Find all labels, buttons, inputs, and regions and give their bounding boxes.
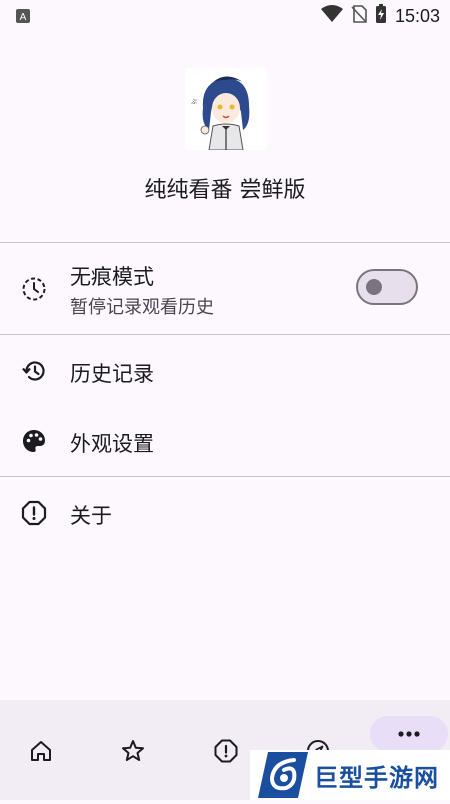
appearance-title: 外观设置 bbox=[70, 432, 154, 456]
watermark: 巨型手游网 bbox=[250, 750, 450, 800]
toggle-knob bbox=[366, 279, 382, 295]
palette-icon bbox=[20, 427, 48, 455]
more-icon[interactable] bbox=[395, 724, 423, 744]
app-name: 纯纯看番 尝鲜版 bbox=[144, 178, 306, 203]
appearance-row[interactable]: 外观设置 bbox=[0, 412, 450, 470]
divider bbox=[0, 476, 450, 477]
svg-text:A: A bbox=[20, 12, 27, 23]
info-alert-icon bbox=[20, 499, 48, 527]
wifi-icon bbox=[320, 5, 343, 27]
incognito-subtitle: 暂停记录观看历史 bbox=[70, 297, 214, 318]
watermark-logo bbox=[254, 750, 310, 800]
incognito-title: 无痕模式 bbox=[70, 265, 154, 289]
battery-charging-icon bbox=[375, 4, 387, 28]
status-time: 15:03 bbox=[394, 5, 440, 26]
history-title: 历史记录 bbox=[70, 362, 154, 386]
about-row[interactable]: 关于 bbox=[0, 484, 450, 542]
history-icon bbox=[20, 357, 48, 385]
about-title: 关于 bbox=[70, 504, 112, 528]
status-bar: A 15:03 bbox=[0, 0, 450, 32]
divider bbox=[0, 242, 450, 243]
alert-icon[interactable] bbox=[211, 736, 241, 766]
avatar[interactable]: ぷ bbox=[185, 68, 267, 150]
svg-text:ぷ: ぷ bbox=[191, 99, 197, 106]
home-icon[interactable] bbox=[26, 736, 56, 766]
divider bbox=[0, 334, 450, 335]
history-row[interactable]: 历史记录 bbox=[0, 342, 450, 400]
notification-icon: A bbox=[16, 8, 30, 27]
incognito-toggle[interactable] bbox=[356, 269, 418, 305]
no-sim-icon bbox=[351, 5, 367, 27]
incognito-timer-icon bbox=[20, 275, 48, 303]
watermark-text: 巨型手游网 bbox=[314, 763, 439, 792]
star-icon[interactable] bbox=[118, 736, 148, 766]
